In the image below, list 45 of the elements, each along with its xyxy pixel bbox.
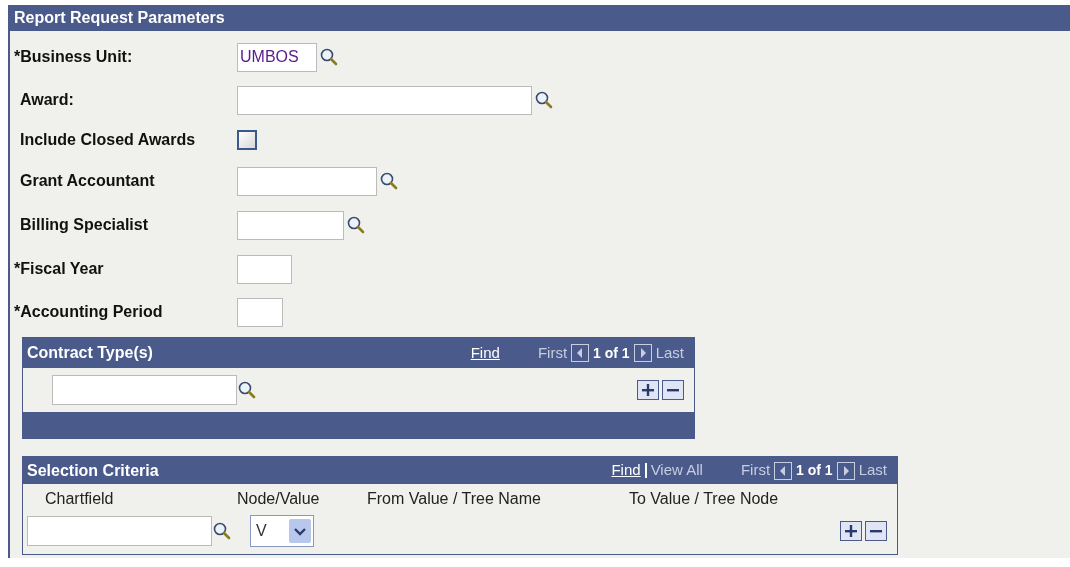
field-label: *Accounting Period — [14, 302, 164, 322]
search-icon[interactable] — [319, 47, 339, 67]
add-row-button[interactable] — [637, 380, 659, 400]
plus-icon — [642, 384, 654, 396]
column-header: From Value / Tree Name — [367, 489, 542, 509]
delete-row-button[interactable] — [865, 521, 887, 541]
field-label: Award: — [19, 90, 75, 110]
column-header: To Value / Tree Node — [629, 489, 780, 509]
search-icon[interactable] — [346, 215, 366, 235]
search-icon[interactable] — [534, 90, 554, 110]
input-field[interactable] — [237, 254, 292, 284]
column-header: Node/Value — [237, 489, 321, 509]
input-field[interactable]: UMBOS — [237, 42, 317, 72]
checkbox[interactable] — [237, 130, 257, 150]
page-count: 1 of 1 — [593, 343, 630, 363]
next-icon[interactable] — [836, 461, 855, 480]
input-field[interactable] — [237, 210, 344, 240]
grid-title: Contract Type(s) — [27, 343, 154, 363]
previous-icon[interactable] — [571, 344, 590, 362]
next-icon[interactable] — [633, 344, 652, 362]
grid-title: Selection Criteria — [27, 460, 160, 481]
field-label: Grant Accountant — [19, 171, 156, 191]
input-field[interactable] — [52, 375, 237, 405]
input-field[interactable] — [237, 85, 532, 115]
field-label: Include Closed Awards — [19, 130, 197, 150]
search-icon[interactable] — [379, 171, 399, 191]
plus-icon — [845, 525, 857, 537]
section-header: Report Request Parameters — [10, 5, 1070, 31]
grid-link[interactable]: Find — [470, 341, 500, 365]
field-label: *Fiscal Year — [14, 259, 105, 279]
column-header: Chartfield — [44, 489, 115, 509]
delete-row-button[interactable] — [662, 380, 684, 400]
add-row-button[interactable] — [840, 521, 862, 541]
search-icon[interactable] — [212, 521, 232, 541]
input-field[interactable] — [237, 166, 377, 196]
field-label: Billing Specialist — [19, 215, 150, 235]
page-count: 1 of 1 — [796, 461, 833, 480]
previous-icon[interactable] — [774, 461, 793, 480]
input-field[interactable] — [237, 297, 283, 327]
input-field[interactable] — [27, 516, 212, 546]
dropdown-icon — [289, 519, 311, 543]
grid-link[interactable]: Find — [611, 459, 641, 482]
search-icon[interactable] — [237, 380, 257, 400]
field-label: *Business Unit: — [14, 47, 134, 67]
node-value-select[interactable]: V — [250, 515, 314, 547]
